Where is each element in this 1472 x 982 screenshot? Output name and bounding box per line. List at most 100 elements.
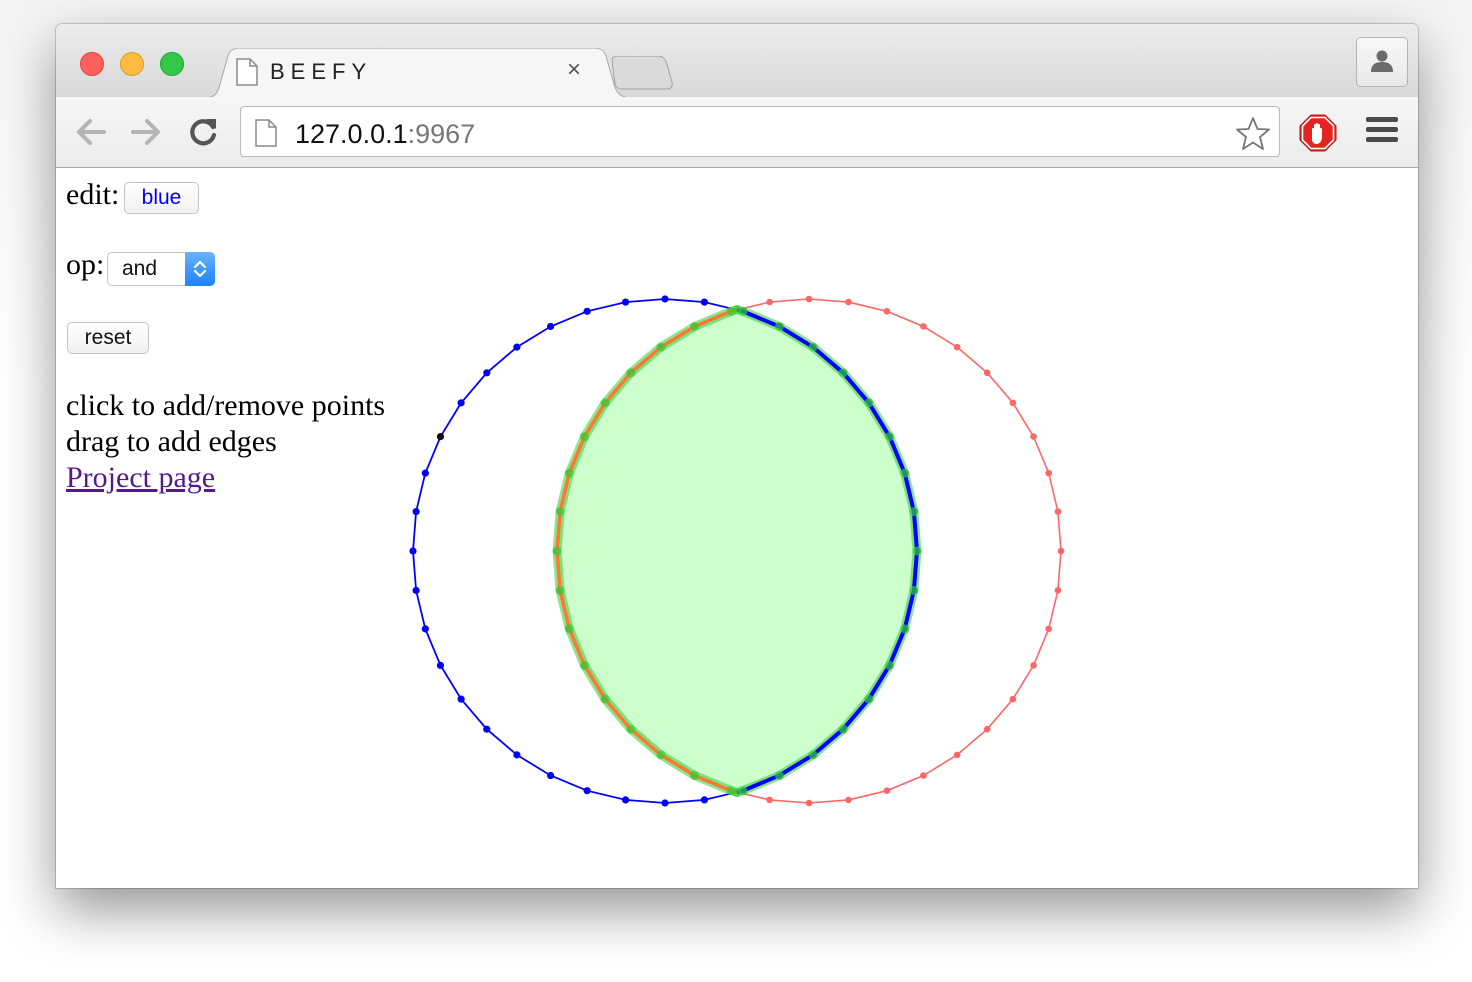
new-tab-button[interactable] xyxy=(606,55,678,95)
red-vertex xyxy=(766,796,773,804)
back-button[interactable] xyxy=(74,115,108,149)
intersection-vertex xyxy=(909,507,919,517)
intersection-vertex xyxy=(885,660,895,670)
forward-button[interactable] xyxy=(129,115,163,149)
red-vertex xyxy=(1030,662,1037,669)
blue-vertex xyxy=(483,725,491,733)
op-selected-value: and xyxy=(122,257,158,280)
red-vertex xyxy=(883,787,891,794)
blue-vertex xyxy=(700,796,709,804)
tab-title: BEEFY xyxy=(270,59,373,84)
blue-vertex xyxy=(457,695,465,703)
page-content: edit: blue op: and reset click to add/re… xyxy=(56,168,1418,888)
red-vertex xyxy=(953,343,961,351)
polygon-canvas[interactable] xyxy=(56,168,1418,888)
reload-icon xyxy=(190,119,217,146)
red-vertex xyxy=(805,295,813,303)
star-icon[interactable] xyxy=(1235,116,1271,157)
forward-arrow-icon xyxy=(131,119,160,145)
maximize-window-icon[interactable] xyxy=(160,52,184,76)
tab-close-icon[interactable]: × xyxy=(562,58,586,82)
blue-vertex xyxy=(483,369,491,377)
intersection-vertex xyxy=(564,624,574,634)
red-vertex xyxy=(1054,587,1062,594)
intersection-vertex xyxy=(626,368,636,378)
blue-vertex xyxy=(513,343,521,351)
blue-vertex xyxy=(621,796,630,804)
reload-button[interactable] xyxy=(186,115,220,149)
stop-hand-icon[interactable] xyxy=(1299,114,1337,157)
intersection-vertex xyxy=(838,724,848,734)
op-select[interactable]: and xyxy=(107,252,215,286)
tab-beefy[interactable]: BEEFY × xyxy=(204,48,633,98)
intersection-vertex xyxy=(690,321,700,331)
intersection-vertex xyxy=(579,660,589,670)
red-vertex xyxy=(1057,547,1065,555)
person-icon xyxy=(1371,50,1393,72)
intersection-vertex xyxy=(900,624,910,634)
intersection-vertex xyxy=(656,750,666,760)
blue-vertex xyxy=(700,298,709,306)
red-vertex xyxy=(920,772,927,779)
url-text: 127.0.0.1:9967 xyxy=(295,119,475,150)
blue-vertex xyxy=(457,399,465,407)
intersection-vertex xyxy=(774,321,784,331)
intersection-vertex xyxy=(656,342,666,352)
help-drag-text: drag to add edges xyxy=(66,425,277,458)
hamburger-menu-icon[interactable] xyxy=(1366,117,1398,147)
intersection-vertex xyxy=(885,432,895,442)
intersection-fill xyxy=(552,305,922,797)
edit-target-button[interactable]: blue xyxy=(124,182,199,214)
intersection-vertex xyxy=(552,546,562,556)
page-icon xyxy=(255,119,277,152)
blue-vertex xyxy=(513,751,521,759)
blue-vertex xyxy=(409,547,417,555)
browser-toolbar: 127.0.0.1:9967 xyxy=(56,97,1418,168)
intersection-vertex xyxy=(579,432,589,442)
red-vertex xyxy=(983,725,991,733)
red-vertex xyxy=(845,298,852,306)
red-vertex xyxy=(766,298,773,306)
intersection-vertex xyxy=(900,468,910,478)
red-vertex xyxy=(1009,399,1017,407)
intersection-vertex xyxy=(555,507,565,517)
intersection-vertex xyxy=(864,694,874,704)
blue-vertex xyxy=(412,507,420,516)
blue-vertex xyxy=(436,661,445,670)
project-page-link[interactable]: Project page xyxy=(66,461,215,495)
help-click-text: click to add/remove points xyxy=(66,389,386,422)
blue-vertex xyxy=(546,322,555,331)
intersection-vertex xyxy=(600,694,610,704)
intersection-vertex xyxy=(808,342,818,352)
blue-vertex xyxy=(436,432,445,441)
blue-vertex xyxy=(661,799,669,807)
back-arrow-icon xyxy=(77,119,106,145)
reset-button[interactable]: reset xyxy=(67,322,149,354)
red-vertex xyxy=(1054,508,1062,515)
title-bar: BEEFY × xyxy=(56,24,1418,98)
intersection-vertex xyxy=(726,786,736,796)
intersection-vertex xyxy=(564,468,574,478)
red-vertex xyxy=(883,308,891,315)
intersection-vertex xyxy=(864,398,874,408)
red-vertex xyxy=(1030,433,1037,440)
red-vertex xyxy=(1045,469,1052,477)
close-window-icon[interactable] xyxy=(80,52,104,76)
intersection-vertex xyxy=(600,398,610,408)
intersection-vertex xyxy=(838,368,848,378)
red-vertex xyxy=(845,796,852,804)
address-bar[interactable]: 127.0.0.1:9967 xyxy=(240,106,1280,157)
url-host: 127.0.0.1 xyxy=(295,119,408,149)
intersection-vertex xyxy=(738,786,748,796)
red-vertex xyxy=(1009,695,1017,703)
intersection-vertex xyxy=(626,724,636,734)
result-polygon xyxy=(552,305,922,797)
minimize-window-icon[interactable] xyxy=(120,52,144,76)
blue-vertex xyxy=(421,469,429,477)
blue-vertex xyxy=(546,771,555,780)
red-vertex xyxy=(1045,625,1052,633)
profile-button[interactable] xyxy=(1356,37,1408,87)
intersection-vertex xyxy=(690,771,700,781)
intersection-vertex xyxy=(555,585,565,595)
intersection-vertex xyxy=(738,306,748,316)
